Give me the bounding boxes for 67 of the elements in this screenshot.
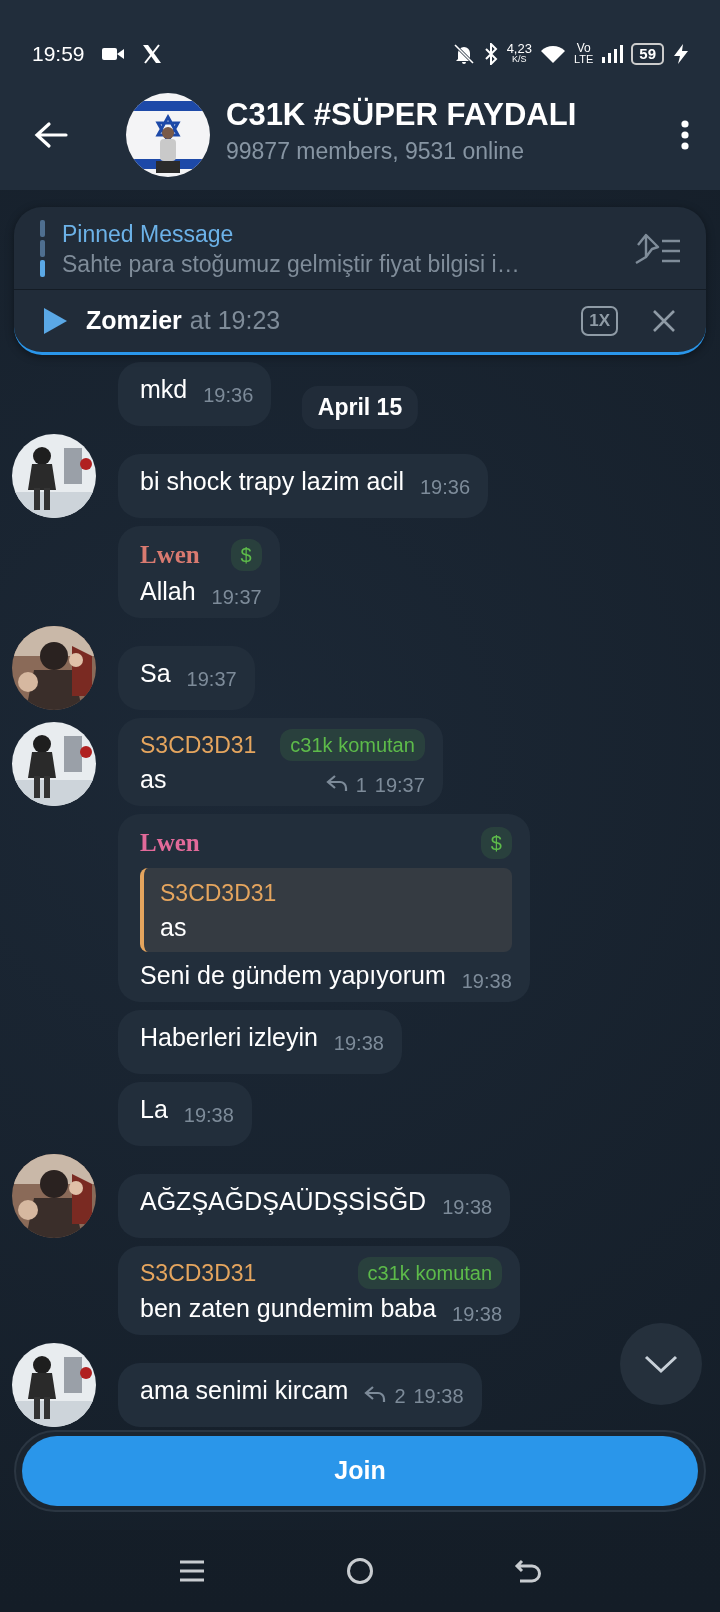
back-arrow-icon[interactable] <box>34 121 68 149</box>
message-time: 19:37 <box>374 773 425 798</box>
quoted-reply[interactable]: S3CD3D31 as <box>140 867 512 952</box>
message-text: Haberleri izleyin <box>140 1022 318 1053</box>
message-time: 19:38 <box>452 1301 503 1327</box>
message-time: 19:38 <box>333 1031 384 1056</box>
message-text: ama senimi kircam <box>140 1374 349 1406</box>
wifi-icon <box>539 44 566 64</box>
pinned-label: Pinned Message <box>62 220 235 249</box>
message-time: 19:38 <box>461 969 512 994</box>
close-icon[interactable] <box>652 308 676 333</box>
menu-icon[interactable] <box>680 120 690 150</box>
chat-title: C31K #SÜPER FAYDALI <box>226 95 577 134</box>
reply-icon <box>364 1384 387 1403</box>
message-time: 19:36 <box>420 475 471 500</box>
reply-icon <box>325 774 348 792</box>
message-text: ben zaten gundemim baba <box>140 1292 437 1324</box>
sender-name[interactable]: S3CD3D31 <box>140 1256 257 1291</box>
video-camera-icon <box>100 46 125 62</box>
signal-icon <box>601 44 624 64</box>
audio-sender: Zomzier <box>86 305 182 336</box>
member-count: 99877 members, 9531 online <box>226 136 525 166</box>
sender-name[interactable]: Lwen <box>140 536 200 574</box>
sender-name[interactable]: Lwen <box>140 824 200 862</box>
join-button[interactable]: Join <box>22 1436 698 1506</box>
muted-bell-icon <box>452 43 475 65</box>
message-text: bi shock trapy lazim acil <box>140 466 404 497</box>
playback-speed-button[interactable]: 1X <box>581 305 618 336</box>
quoted-sender: S3CD3D31 <box>160 878 278 908</box>
network-speed: 4,23 <box>506 43 532 54</box>
message-text: as <box>140 764 167 795</box>
sender-name[interactable]: S3CD3D31 <box>140 727 257 762</box>
member-tag: c31k komutan <box>280 728 425 761</box>
play-icon[interactable] <box>42 306 68 335</box>
home-icon[interactable] <box>346 1557 374 1585</box>
pin-indicator-icon <box>40 220 46 278</box>
network-type: LTE <box>573 54 594 65</box>
pinned-text: Sahte para stoğumuz gelmiştir fiyat bilgisi i… <box>62 250 520 279</box>
message-time: 19:38 <box>442 1195 493 1220</box>
bluetooth-icon <box>482 43 499 65</box>
member-tag: $ <box>230 538 262 571</box>
battery-indicator: 59 <box>631 43 664 65</box>
message-text: Sa <box>140 657 171 689</box>
message-text: Allah <box>140 575 196 607</box>
date-label: April 15 <box>301 386 419 429</box>
message-text: mkd <box>140 374 188 405</box>
message-text: Seni de gündem yapıyorum <box>140 960 446 991</box>
quoted-text: as <box>160 912 188 943</box>
x-logo-icon <box>140 44 163 64</box>
audio-time: at 19:23 <box>189 305 281 336</box>
message-time: 19:37 <box>186 666 237 692</box>
message-time: 19:38 <box>413 1383 464 1409</box>
back-icon[interactable] <box>514 1557 542 1585</box>
message-text: AĞZŞAĞDŞAÜDŞSİSĞD <box>140 1186 427 1217</box>
member-tag: $ <box>480 826 512 859</box>
reply-count[interactable]: 1 <box>355 770 367 800</box>
network-type: Vo <box>576 43 591 54</box>
message-time: 19:38 <box>183 1103 234 1128</box>
status-time: 19:59 <box>32 41 85 68</box>
charging-bolt-icon <box>672 43 690 65</box>
member-tag: c31k komutan <box>357 1257 503 1290</box>
message-text: La <box>140 1094 168 1125</box>
speed-unit: K/S <box>512 54 527 65</box>
message-time: 19:36 <box>203 383 254 408</box>
message-time: 19:37 <box>211 584 262 610</box>
reply-count[interactable]: 2 <box>394 1380 406 1411</box>
chevron-down-icon <box>644 1354 678 1374</box>
